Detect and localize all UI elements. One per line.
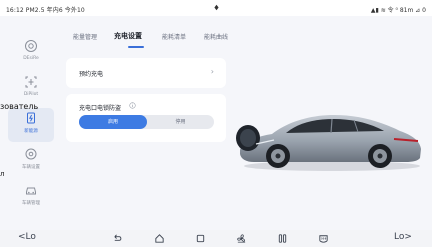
option-enable[interactable]: 启用: [79, 115, 147, 129]
sidebar-item-new-energy[interactable]: 新能源: [8, 108, 54, 142]
recents-icon[interactable]: [195, 233, 206, 244]
back-icon[interactable]: [112, 233, 123, 244]
sidebar: DEsiRe DiPilot 新能源 车辆设置 车辆管理: [0, 16, 60, 230]
tab-charge-settings[interactable]: 充电设置: [114, 31, 142, 41]
notification-icon: [214, 4, 219, 11]
fan-icon[interactable]: [236, 233, 247, 244]
sidebar-item-label: 车辆管理: [22, 201, 40, 206]
status-time: 16:12 PM2.5 年内6 今外10: [6, 7, 85, 14]
defrost-icon[interactable]: [318, 233, 329, 244]
tab-consumption-list[interactable]: 能耗清单: [162, 32, 186, 41]
status-bar: 16:12 PM2.5 年内6 今外10 ▲▮ ≋ 令 ⁰ 81m ⊿ 0: [0, 0, 432, 16]
target-icon: [25, 40, 37, 52]
left-temp-control[interactable]: <Lo: [18, 232, 36, 242]
seat-heat-icon[interactable]: [277, 233, 288, 244]
sidebar-item-label: 新能源: [24, 129, 38, 134]
battery-plug-icon: [27, 112, 35, 124]
sidebar-item-label: DEsiRe: [23, 56, 39, 61]
tab-energy-management[interactable]: 能量管理: [73, 32, 97, 41]
bottom-nav: <Lo Lo>: [0, 230, 432, 247]
active-tab-indicator: [128, 46, 144, 48]
steering-frame-icon: [25, 76, 37, 88]
info-icon[interactable]: [129, 102, 136, 109]
overlay-text: зователь: [0, 102, 39, 111]
car-settings-icon: [25, 148, 37, 160]
screen: 16:12 PM2.5 年内6 今外10 ▲▮ ≋ 令 ⁰ 81m ⊿ 0 DE…: [0, 0, 432, 247]
overlay-text-2: л: [0, 170, 5, 178]
sidebar-item-vehicle-management[interactable]: 车辆管理: [8, 180, 54, 214]
option-disable[interactable]: 停用: [147, 115, 214, 129]
status-indicators: ▲▮ ≋ 令 ⁰ 81m ⊿ 0: [370, 7, 426, 14]
sidebar-item-vehicle-settings[interactable]: 车辆设置: [8, 144, 54, 178]
right-temp-control[interactable]: Lo>: [394, 232, 412, 242]
scheduled-charge-row[interactable]: 预约充电 ›: [66, 58, 226, 88]
charge-port-lock-label: 充电口电锁防盗: [79, 105, 122, 112]
sidebar-item-label: 车辆设置: [22, 165, 40, 170]
charge-port-lock-card: 充电口电锁防盗 启用 停用: [66, 94, 226, 142]
sidebar-item-label: DiPilot: [23, 92, 39, 97]
chevron-right-icon: ›: [210, 67, 214, 76]
scheduled-charge-label: 预约充电: [79, 71, 104, 78]
charge-port-lock-toggle: 启用 停用: [79, 115, 214, 129]
car-image: [236, 115, 421, 171]
tab-consumption-curve[interactable]: 能耗曲线: [204, 32, 228, 41]
car-manage-icon: [26, 187, 36, 195]
home-icon[interactable]: [154, 233, 165, 244]
sidebar-item-dipilot[interactable]: DiPilot: [8, 72, 54, 106]
sidebar-item-desire[interactable]: DEsiRe: [8, 36, 54, 70]
